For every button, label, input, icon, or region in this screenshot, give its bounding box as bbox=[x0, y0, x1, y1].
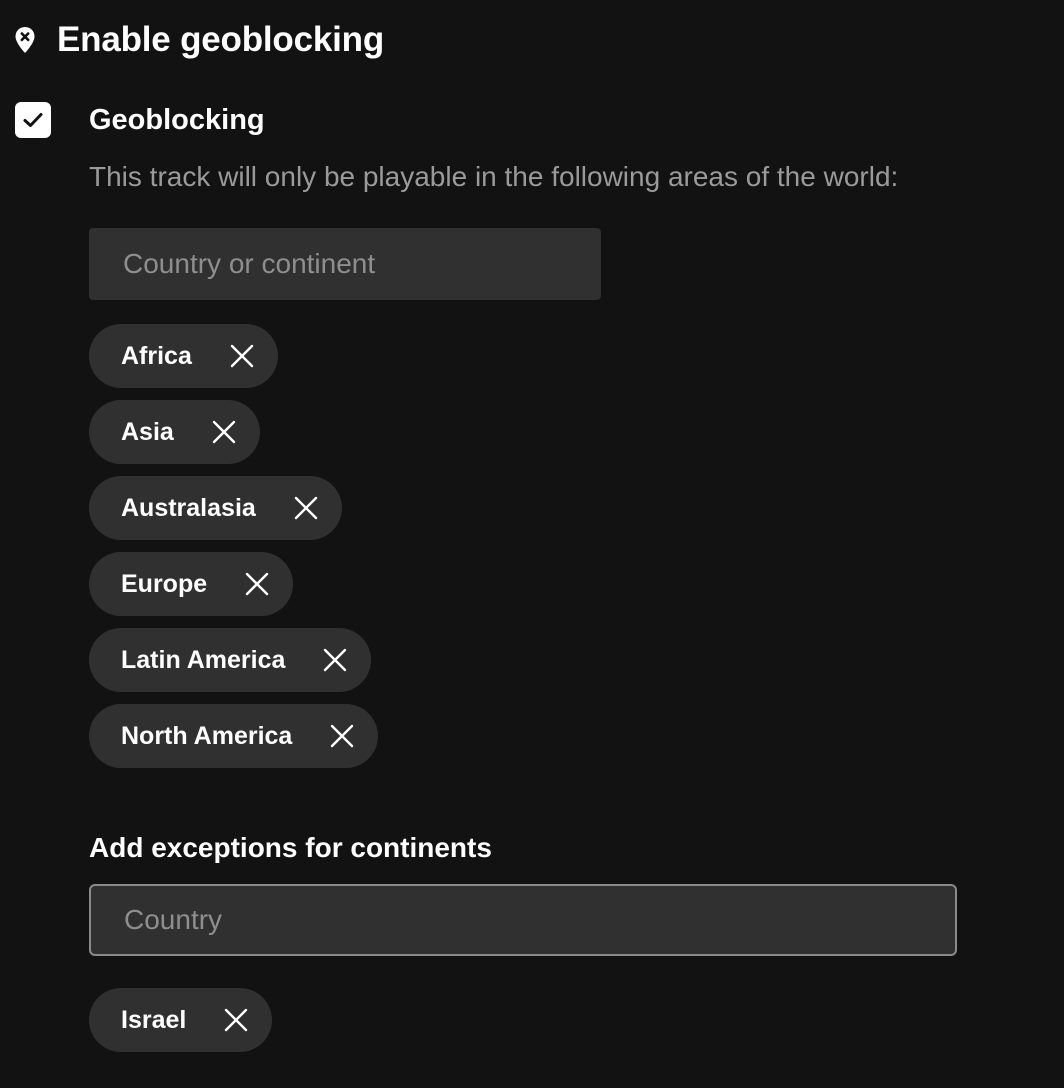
close-icon bbox=[294, 496, 317, 520]
close-icon bbox=[245, 572, 269, 596]
region-chip-label: Asia bbox=[121, 418, 174, 446]
remove-region-button[interactable] bbox=[239, 566, 275, 602]
remove-region-button[interactable] bbox=[224, 338, 260, 374]
region-chip-label: Latin America bbox=[121, 646, 286, 674]
region-chip: Asia bbox=[89, 400, 260, 464]
region-chip: Latin America bbox=[89, 628, 372, 692]
region-chip-label: Australasia bbox=[121, 494, 256, 522]
close-icon bbox=[230, 344, 254, 368]
geoblocking-description: This track will only be playable in the … bbox=[89, 161, 899, 192]
close-icon bbox=[324, 648, 347, 672]
region-chip-label: Africa bbox=[121, 342, 192, 370]
region-chip: North America bbox=[89, 704, 379, 768]
region-chip: Africa bbox=[89, 324, 278, 388]
remove-region-button[interactable] bbox=[206, 414, 242, 450]
region-chip: Australasia bbox=[89, 476, 342, 540]
close-icon bbox=[212, 420, 236, 444]
close-icon bbox=[225, 1008, 248, 1032]
country-chip: Israel bbox=[89, 988, 273, 1052]
region-chip: Europe bbox=[89, 552, 294, 616]
exceptions-title: Add exceptions for continents bbox=[89, 832, 492, 863]
remove-region-button[interactable] bbox=[324, 718, 360, 754]
section-title: Enable geoblocking bbox=[57, 20, 385, 59]
region-chip-label: Europe bbox=[121, 570, 208, 598]
exception-chip-list: Israel bbox=[89, 988, 273, 1052]
close-icon bbox=[331, 724, 354, 748]
region-chip-list: Africa Asia Australasia Europe Latin America… bbox=[89, 324, 379, 768]
region-chip-label: North America bbox=[121, 722, 293, 750]
checkmark-icon bbox=[23, 113, 43, 127]
country-exception-input[interactable] bbox=[89, 884, 957, 956]
remove-region-button[interactable] bbox=[317, 642, 353, 678]
map-pin-x-icon bbox=[14, 26, 36, 54]
remove-country-button[interactable] bbox=[218, 1002, 254, 1038]
region-search-input[interactable] bbox=[89, 228, 601, 300]
geoblocking-checkbox[interactable] bbox=[15, 102, 51, 138]
country-chip-label: Israel bbox=[121, 1006, 187, 1034]
remove-region-button[interactable] bbox=[288, 490, 324, 526]
section-header: Enable geoblocking bbox=[14, 18, 384, 62]
geoblocking-label[interactable]: Geoblocking bbox=[89, 101, 265, 139]
